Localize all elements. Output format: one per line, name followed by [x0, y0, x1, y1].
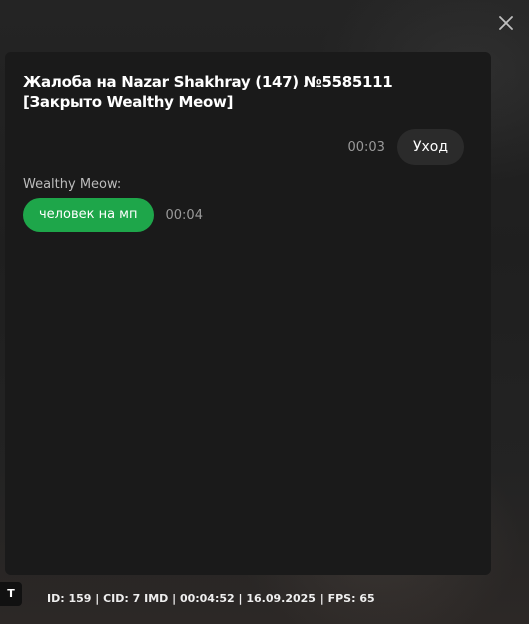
incoming-message: Wealthy Meow: человек на мп 00:04 [23, 177, 203, 232]
close-icon[interactable] [497, 14, 515, 32]
message-time: 00:04 [165, 207, 203, 223]
message-bubble: Уход [396, 129, 464, 165]
outgoing-message: 00:03 Уход [347, 129, 464, 165]
message-time: 00:03 [347, 139, 385, 155]
key-hint-badge: T [0, 582, 22, 606]
message-row: человек на мп 00:04 [23, 198, 203, 232]
report-title: Жалоба на Nazar Shakhray (147) №5585111 … [23, 73, 393, 111]
message-sender: Wealthy Meow: [23, 177, 122, 192]
hud-status-line: ID: 159 | CID: 7 IMD | 00:04:52 | 16.09.… [47, 592, 375, 605]
report-chat-panel: Жалоба на Nazar Shakhray (147) №5585111 … [5, 52, 491, 575]
message-bubble: человек на мп [23, 198, 154, 232]
